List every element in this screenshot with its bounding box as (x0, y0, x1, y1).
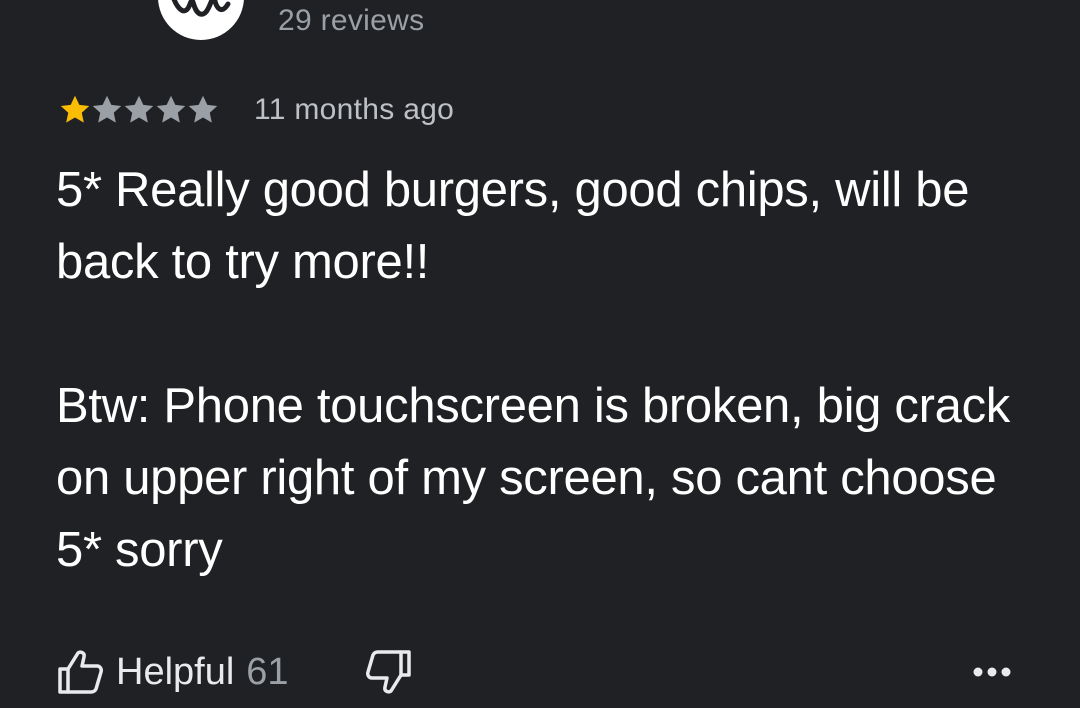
dislike-button[interactable] (365, 648, 413, 696)
thumb-down-icon (365, 650, 411, 694)
review-actions: Helpful 61 (56, 644, 413, 700)
more-options-icon[interactable] (968, 656, 1016, 688)
avatar[interactable] (158, 0, 244, 40)
review-card: 29 reviews 11 months ago 5* Really good … (0, 0, 1080, 708)
helpful-button[interactable]: Helpful 61 (56, 648, 289, 696)
review-timestamp: 11 months ago (254, 93, 455, 126)
rating-row: 11 months ago (56, 90, 454, 130)
close-icon[interactable] (64, 0, 112, 18)
star-empty-icon (188, 95, 218, 123)
helpful-count: 61 (246, 650, 289, 693)
reviewer-review-count: 29 reviews (278, 4, 425, 37)
review-text: 5* Really good burgers, good chips, will… (56, 154, 1046, 586)
star-rating (56, 92, 218, 128)
thumb-up-icon (58, 650, 103, 694)
review-paragraph: Btw: Phone touchscreen is broken, big cr… (56, 379, 1010, 577)
review-paragraph: 5* Really good burgers, good chips, will… (56, 163, 970, 289)
avatar-logo-icon (171, 0, 231, 17)
helpful-label: Helpful (116, 650, 235, 693)
